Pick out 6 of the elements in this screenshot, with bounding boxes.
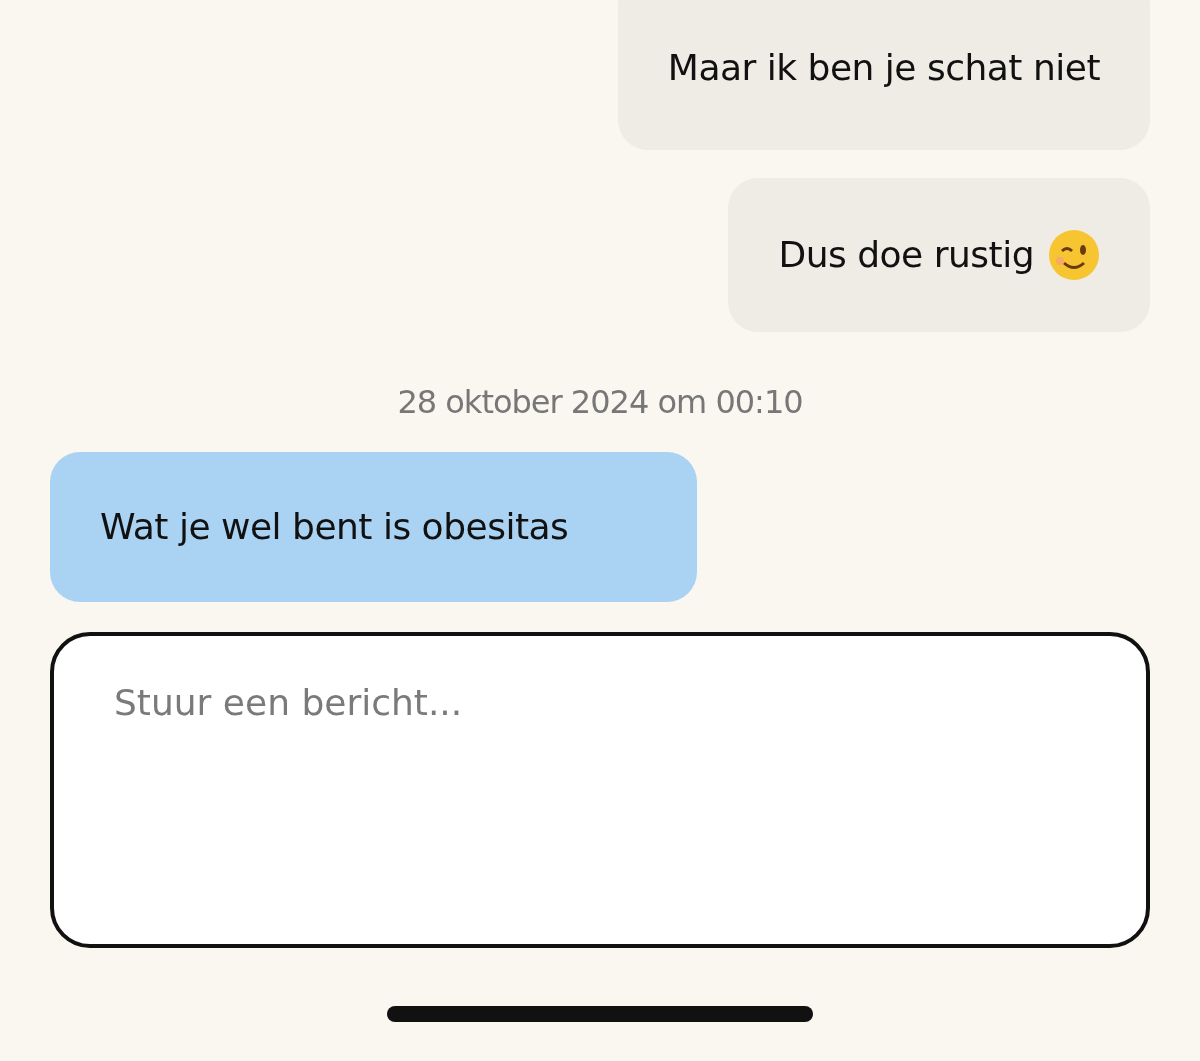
message-text: Wat je wel bent is obesitas	[100, 505, 569, 549]
message-text: Maar ik ben je schat niet	[667, 46, 1100, 90]
date-label: 28 oktober 2024 om 00:10	[397, 382, 803, 422]
message-text: Dus doe rustig	[778, 233, 1034, 277]
message-input-field[interactable]: Stuur een bericht...	[50, 632, 1150, 948]
home-indicator[interactable]	[387, 1006, 813, 1022]
